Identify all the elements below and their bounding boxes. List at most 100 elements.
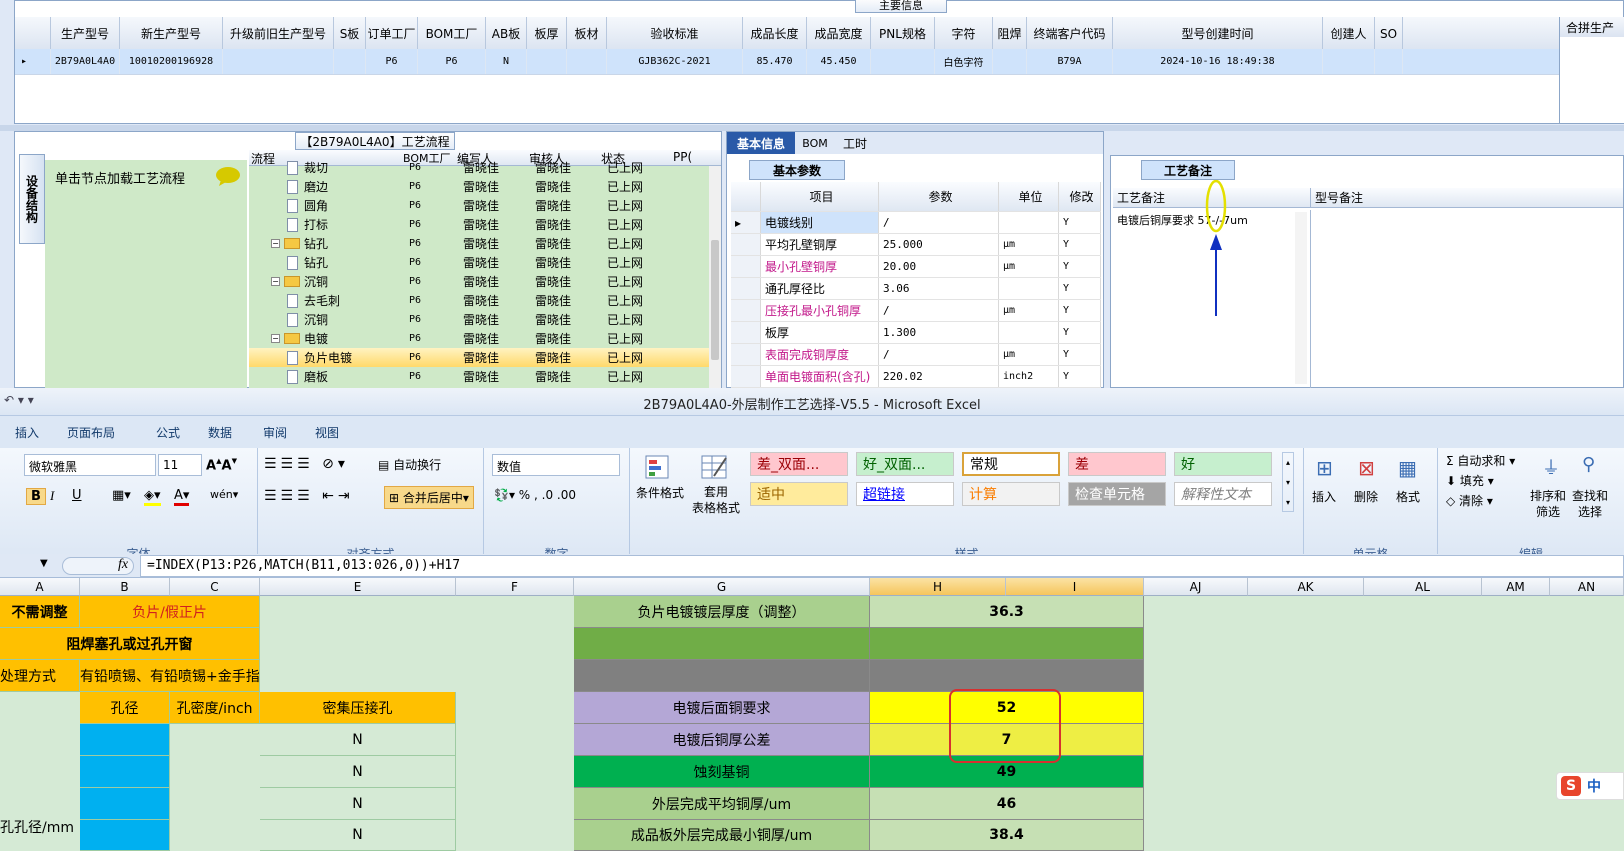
tree-row[interactable]: 打标 P6 雷晓佳 雷晓佳 已上网 — [249, 215, 721, 234]
col-header[interactable]: 验收标准 — [607, 17, 743, 50]
table-row[interactable]: ▸ 2B79A0L4A0 10010200196928 P6 P6 N GJB3… — [15, 49, 1559, 75]
tab-page-layout[interactable]: 页面布局 — [67, 424, 156, 441]
param-value[interactable]: 20.00 — [879, 256, 999, 277]
param-value[interactable]: 25.000 — [879, 234, 999, 255]
row-selector[interactable] — [731, 256, 761, 277]
delete-label[interactable]: 删除 — [1354, 488, 1378, 505]
cell-b4[interactable]: 孔径 — [80, 692, 170, 724]
col-header[interactable]: 参数 — [879, 182, 999, 211]
formula-input[interactable]: =INDEX(P13:P26,MATCH(B11,013:026,0))+H17 — [140, 555, 1624, 577]
conditional-format-icon[interactable] — [644, 452, 674, 482]
tab-device-structure[interactable]: 设备结构 — [19, 154, 45, 244]
cell-a1[interactable]: 不需调整 — [0, 596, 80, 628]
tree-row[interactable]: 圆角 P6 雷晓佳 雷晓佳 已上网 — [249, 196, 721, 215]
table-format-label[interactable]: 套用 表格格式 — [690, 484, 742, 516]
cell-e7[interactable]: N — [260, 788, 456, 820]
cell[interactable] — [334, 49, 366, 74]
cell-style-0[interactable]: 差_双面... — [750, 452, 848, 476]
tree-row[interactable]: − 电镀 P6 雷晓佳 雷晓佳 已上网 — [249, 329, 721, 348]
cell-style-2[interactable]: 常规 — [962, 452, 1060, 476]
cell-g7[interactable]: 外层完成平均铜厚/um — [574, 788, 870, 820]
col-header[interactable]: I — [1006, 578, 1144, 596]
col-header[interactable]: AN — [1550, 578, 1624, 596]
cell[interactable] — [871, 49, 935, 74]
param-row[interactable]: 压接孔最小孔铜厚 / μm Y — [731, 300, 1101, 322]
col-header[interactable]: 字符 — [935, 17, 993, 50]
cell[interactable]: 45.450 — [807, 49, 871, 74]
cell-b1[interactable]: 负片/假正片 — [80, 596, 260, 628]
grow-font-icon[interactable]: A▴A▾ — [206, 454, 237, 473]
row-selector[interactable]: ▸ — [731, 212, 761, 233]
cell[interactable]: B79A — [1027, 49, 1113, 74]
param-modify[interactable]: Y — [1059, 344, 1101, 365]
tree-row[interactable]: 负片电镀 P6 雷晓佳 雷晓佳 已上网 — [249, 348, 721, 367]
tab-bom[interactable]: BOM — [795, 132, 835, 154]
cell-style-5[interactable]: 适中 — [750, 482, 848, 506]
param-modify[interactable]: Y — [1059, 366, 1101, 387]
col-header[interactable]: 生产型号 — [51, 17, 120, 50]
cell[interactable] — [567, 49, 607, 74]
wrap-text-button[interactable]: ▤ 自动换行 — [378, 456, 441, 473]
param-row[interactable]: 表面完成铜厚度 / μm Y — [731, 344, 1101, 366]
cell-h7[interactable]: 46 — [870, 788, 1144, 820]
param-modify[interactable]: Y — [1059, 322, 1101, 343]
cell[interactable] — [527, 49, 567, 74]
col-header[interactable]: AL — [1364, 578, 1482, 596]
col-header[interactable]: H — [870, 578, 1006, 596]
col-header[interactable]: PNL规格 — [871, 17, 935, 50]
font-color-icon[interactable]: A▾ — [174, 488, 190, 506]
cell-h1[interactable]: 36.3 — [870, 596, 1144, 628]
cell-e8[interactable]: N — [260, 820, 456, 851]
param-value[interactable]: / — [879, 300, 999, 321]
delete-cells-icon[interactable]: ⊠ — [1358, 456, 1375, 480]
tree-row[interactable]: 磨边 P6 雷晓佳 雷晓佳 已上网 — [249, 177, 721, 196]
col-header[interactable]: 成品长度 — [743, 17, 807, 50]
cell-style-3[interactable]: 差 — [1068, 452, 1166, 476]
tree-row[interactable]: 裁切 P6 雷晓佳 雷晓佳 已上网 — [249, 158, 721, 177]
tab-process-notes[interactable]: 工艺备注 — [1141, 160, 1235, 180]
sort-filter-icon[interactable]: ⏚ — [1542, 454, 1560, 480]
col-header[interactable]: 升级前旧生产型号 — [223, 17, 334, 50]
tree-row[interactable]: 沉铜 P6 雷晓佳 雷晓佳 已上网 — [249, 310, 721, 329]
col-header[interactable]: 新生产型号 — [120, 17, 223, 50]
param-value[interactable]: / — [879, 344, 999, 365]
param-modify[interactable]: Y — [1059, 256, 1101, 277]
row-selector[interactable] — [731, 322, 761, 343]
cell-b8[interactable] — [80, 820, 170, 851]
fx-icon[interactable]: fx — [118, 557, 128, 573]
cell[interactable]: 10010200196928 — [120, 49, 223, 74]
cell[interactable]: GJB362C-2021 — [607, 49, 743, 74]
param-value[interactable]: / — [879, 212, 999, 233]
tree-row[interactable]: 钻孔 P6 雷晓佳 雷晓佳 已上网 — [249, 253, 721, 272]
cell-g3[interactable] — [574, 660, 870, 692]
find-select-label[interactable]: 查找和 选择 — [1572, 488, 1608, 520]
param-row[interactable]: 平均孔壁铜厚 25.000 μm Y — [731, 234, 1101, 256]
underline-icon[interactable]: U — [72, 488, 82, 503]
expand-icon[interactable]: − — [271, 239, 280, 248]
cell[interactable]: N — [486, 49, 527, 74]
param-value[interactable]: 3.06 — [879, 278, 999, 299]
phonetic-icon[interactable]: wén▾ — [210, 488, 238, 501]
horizontal-align-icons[interactable]: ☰☰☰ ⇤⇥ — [264, 488, 354, 504]
cell-h2[interactable] — [870, 628, 1144, 660]
col-header[interactable]: S板 — [334, 17, 366, 50]
param-modify[interactable]: Y — [1059, 212, 1101, 233]
cell-g4[interactable]: 电镀后面铜要求 — [574, 692, 870, 724]
param-modify[interactable]: Y — [1059, 234, 1101, 255]
ime-toolbar[interactable]: S 中 — [1556, 772, 1624, 800]
row-selector[interactable] — [731, 278, 761, 299]
scrollbar[interactable] — [709, 166, 721, 389]
scrollbar[interactable] — [1295, 212, 1307, 384]
tree-row[interactable]: 磨板 P6 雷晓佳 雷晓佳 已上网 — [249, 367, 721, 386]
cell-g8[interactable]: 成品板外层完成最小铜厚/um — [574, 820, 870, 851]
param-row[interactable]: 板厚 1.300 Y — [731, 322, 1101, 344]
tab-formulas[interactable]: 公式 — [156, 424, 208, 441]
col-header[interactable]: F — [456, 578, 574, 596]
param-row[interactable]: ▸ 电镀线别 / Y — [731, 212, 1101, 234]
format-cells-icon[interactable]: ▦ — [1398, 456, 1417, 480]
cell-style-6[interactable]: 超链接 — [856, 482, 954, 506]
cell-b7[interactable] — [80, 788, 170, 820]
col-header[interactable]: SO — [1375, 17, 1403, 50]
cell-g6[interactable]: 蚀刻基铜 — [574, 756, 870, 788]
col-header[interactable]: 订单工厂 — [366, 17, 418, 50]
